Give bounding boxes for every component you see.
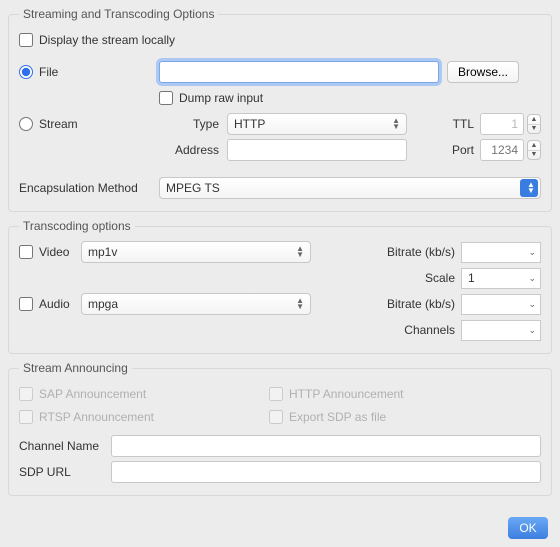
chevron-down-icon: ▼ — [528, 125, 540, 134]
http-announce-checkbox — [269, 387, 283, 401]
chevron-up-icon: ▲ — [528, 141, 540, 151]
stream-radio[interactable] — [19, 117, 33, 131]
streaming-transcoding-options-group: Streaming and Transcoding Options Displa… — [8, 14, 552, 212]
ttl-input[interactable] — [480, 113, 524, 135]
browse-button[interactable]: Browse... — [447, 61, 519, 83]
group-title: Streaming and Transcoding Options — [19, 7, 218, 21]
file-radio[interactable] — [19, 65, 33, 79]
file-radio-label: File — [39, 65, 58, 79]
channel-name-input[interactable] — [111, 435, 541, 457]
scale-label: Scale — [375, 271, 455, 285]
rtsp-label: RTSP Announcement — [39, 410, 154, 424]
dump-raw-label: Dump raw input — [179, 91, 263, 105]
address-label: Address — [159, 143, 219, 157]
chevron-down-icon: ⌄ — [528, 247, 536, 258]
channels-label: Channels — [375, 323, 455, 337]
bitrate-label: Bitrate (kb/s) — [375, 297, 455, 311]
scale-combo[interactable]: 1 ⌄ — [461, 268, 541, 289]
type-select-value: HTTP — [234, 117, 265, 131]
rtsp-checkbox — [19, 410, 33, 424]
address-input[interactable] — [227, 139, 407, 161]
updown-icon: ▲▼ — [392, 118, 400, 130]
ok-button[interactable]: OK — [508, 517, 548, 539]
audio-codec-value: mpga — [88, 297, 118, 311]
port-stepper[interactable]: ▲▼ — [527, 140, 541, 160]
scale-value: 1 — [468, 271, 475, 285]
display-locally-label: Display the stream locally — [39, 33, 175, 47]
sdp-url-label: SDP URL — [19, 465, 111, 479]
type-select[interactable]: HTTP ▲▼ — [227, 113, 407, 135]
chevron-down-icon: ▼ — [528, 151, 540, 160]
chevron-down-icon: ⌄ — [528, 273, 536, 284]
updown-icon: ▲▼ — [296, 298, 304, 310]
video-checkbox[interactable] — [19, 245, 33, 259]
sap-label: SAP Announcement — [39, 387, 146, 401]
bitrate-label: Bitrate (kb/s) — [375, 245, 455, 259]
channel-name-label: Channel Name — [19, 439, 111, 453]
audio-label: Audio — [39, 297, 70, 311]
video-codec-value: mp1v — [88, 245, 117, 259]
port-input[interactable] — [480, 139, 524, 161]
video-bitrate-combo[interactable]: ⌄ — [461, 242, 541, 263]
group-title: Stream Announcing — [19, 361, 132, 375]
chevron-down-icon: ⌄ — [528, 325, 536, 336]
video-label: Video — [39, 245, 69, 259]
chevron-down-icon: ⌄ — [528, 299, 536, 310]
channels-combo[interactable]: ⌄ — [461, 320, 541, 341]
audio-checkbox[interactable] — [19, 297, 33, 311]
updown-icon: ▲▼ — [296, 246, 304, 258]
sdp-url-input[interactable] — [111, 461, 541, 483]
http-announce-label: HTTP Announcement — [289, 387, 404, 401]
ttl-stepper[interactable]: ▲▼ — [527, 114, 541, 134]
export-sdp-label: Export SDP as file — [289, 410, 386, 424]
encapsulation-label: Encapsulation Method — [19, 181, 159, 195]
audio-bitrate-combo[interactable]: ⌄ — [461, 294, 541, 315]
file-path-input[interactable] — [159, 61, 439, 83]
sap-checkbox — [19, 387, 33, 401]
stream-radio-label: Stream — [39, 117, 78, 131]
encapsulation-select[interactable]: MPEG TS ▲▼ — [159, 177, 541, 199]
updown-icon: ▲▼ — [527, 182, 535, 194]
audio-codec-select[interactable]: mpga ▲▼ — [81, 293, 311, 315]
encapsulation-select-value: MPEG TS — [166, 181, 220, 195]
stream-announcing-group: Stream Announcing SAP Announcement HTTP … — [8, 368, 552, 496]
port-label: Port — [438, 143, 474, 157]
video-codec-select[interactable]: mp1v ▲▼ — [81, 241, 311, 263]
group-title: Transcoding options — [19, 219, 135, 233]
chevron-up-icon: ▲ — [528, 115, 540, 125]
display-locally-checkbox[interactable] — [19, 33, 33, 47]
export-sdp-checkbox — [269, 410, 283, 424]
dump-raw-checkbox[interactable] — [159, 91, 173, 105]
transcoding-options-group: Transcoding options Video mp1v ▲▼ Bitrat… — [8, 226, 552, 354]
ttl-label: TTL — [438, 117, 474, 131]
type-label: Type — [159, 117, 219, 131]
